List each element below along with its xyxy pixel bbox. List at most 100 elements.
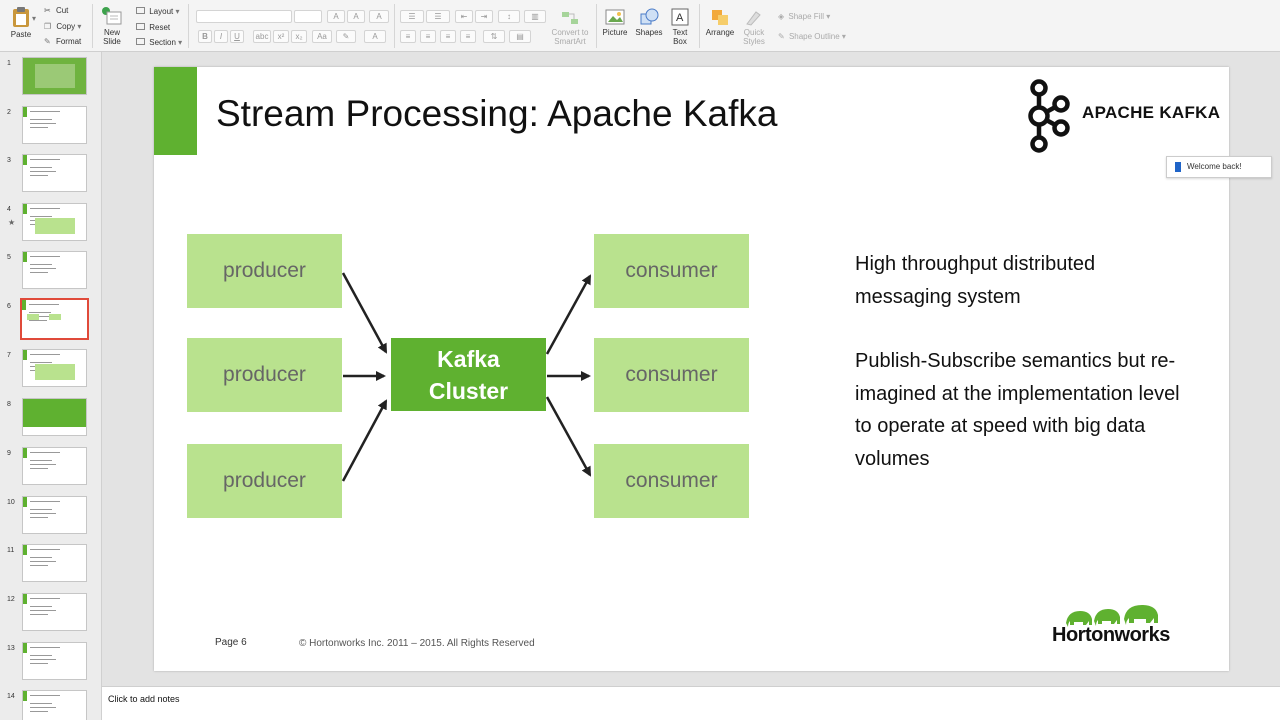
strikethrough-button[interactable]: abc xyxy=(253,30,271,43)
clear-format-button[interactable]: A xyxy=(369,10,389,23)
description-pubsub[interactable]: Publish-Subscribe semantics but re-imagi… xyxy=(855,345,1185,475)
paintbrush-icon: ✎ xyxy=(44,37,51,46)
slide-thumbnail-row[interactable]: 12 xyxy=(0,593,101,639)
slide-thumbnail-row[interactable]: 14 xyxy=(0,690,101,720)
shrink-font-button[interactable]: A xyxy=(347,10,365,23)
slide-thumbnail[interactable] xyxy=(22,203,87,241)
section-icon xyxy=(136,38,145,45)
slide-thumbnail-row[interactable]: 8 xyxy=(0,398,101,444)
slide-thumbnail-row[interactable]: 6 xyxy=(0,298,101,346)
new-slide-button[interactable]: New Slide xyxy=(97,6,127,46)
picture-button[interactable]: Picture xyxy=(601,8,629,37)
font-name-select[interactable] xyxy=(196,10,292,23)
slide-thumbnail[interactable] xyxy=(22,57,87,95)
slide-thumbnail-number: 11 xyxy=(7,547,15,554)
page-number: Page 6 xyxy=(215,637,247,648)
slide-thumbnail-panel[interactable]: 1 2 3 4 ★ 5 6 7 8 9 10 11 12 13 14 xyxy=(0,52,102,720)
producer-box[interactable]: producer xyxy=(187,338,342,412)
slide-thumbnail[interactable] xyxy=(20,298,89,340)
grow-font-button[interactable]: A xyxy=(327,10,345,23)
columns-button[interactable]: ▥ xyxy=(524,10,546,23)
slide-thumbnail[interactable] xyxy=(22,642,87,680)
text-box-button[interactable]: A Text Box xyxy=(667,8,693,46)
slide-thumbnail-row[interactable]: 1 xyxy=(0,57,101,103)
numbering-button[interactable]: ☰ xyxy=(426,10,450,23)
slide-thumbnail[interactable] xyxy=(22,106,87,144)
quick-styles-button[interactable]: Quick Styles xyxy=(739,8,769,46)
notes-pane[interactable]: Click to add notes xyxy=(102,686,1280,720)
slide-thumbnail[interactable] xyxy=(22,349,87,387)
slide-thumbnail-row[interactable]: 4 ★ xyxy=(0,203,101,249)
slide-thumbnail-number: 8 xyxy=(7,401,11,408)
bullets-button[interactable]: ☰ xyxy=(400,10,424,23)
align-right-button[interactable]: ≡ xyxy=(440,30,456,43)
text-direction-button[interactable]: ⇅ xyxy=(483,30,505,43)
copyright-footer: © Hortonworks Inc. 2011 – 2015. All Righ… xyxy=(299,638,535,649)
copy-button[interactable]: ❐ Copy ▾ xyxy=(44,22,81,31)
slide-thumbnail-row[interactable]: 5 xyxy=(0,251,101,297)
slide-thumbnail-number: 4 xyxy=(7,206,11,213)
slide-thumbnail-number: 3 xyxy=(7,157,11,164)
slide-thumbnail-row[interactable]: 7 xyxy=(0,349,101,395)
font-color-button[interactable]: A xyxy=(364,30,386,43)
ribbon-toolbar: Paste ▾ ✂ Cut ❐ Copy ▾ ✎ Format New Slid… xyxy=(0,0,1280,52)
slide-thumbnail[interactable] xyxy=(22,593,87,631)
consumer-box[interactable]: consumer xyxy=(594,444,749,518)
align-left-button[interactable]: ≡ xyxy=(400,30,416,43)
slide-thumbnail-row[interactable]: 3 xyxy=(0,154,101,200)
slide-thumbnail-row[interactable]: 13 xyxy=(0,642,101,688)
slide-thumbnail[interactable] xyxy=(22,398,87,436)
justify-button[interactable]: ≡ xyxy=(460,30,476,43)
slide-thumbnail-row[interactable]: 11 xyxy=(0,544,101,590)
slide-thumbnail[interactable] xyxy=(22,447,87,485)
layout-icon xyxy=(136,7,145,14)
consumer-box[interactable]: consumer xyxy=(594,234,749,308)
shapes-button[interactable]: Shapes xyxy=(635,8,663,37)
increase-indent-button[interactable]: ⇥ xyxy=(475,10,493,23)
align-text-button[interactable]: ▤ xyxy=(509,30,531,43)
layout-button[interactable]: Layout ▾ xyxy=(136,7,180,16)
underline-button[interactable]: U xyxy=(230,30,244,43)
font-size-select[interactable] xyxy=(294,10,322,23)
shape-outline-button[interactable]: ✎ Shape Outline ▾ xyxy=(778,32,846,41)
format-painter-button[interactable]: ✎ Format xyxy=(44,37,81,46)
cut-button[interactable]: ✂ Cut xyxy=(44,6,68,15)
producer-box[interactable]: producer xyxy=(187,444,342,518)
decrease-indent-button[interactable]: ⇤ xyxy=(455,10,473,23)
smartart-icon xyxy=(562,12,578,24)
clipboard-icon xyxy=(13,7,29,27)
paint-bucket-icon: ◈ xyxy=(778,12,785,21)
italic-button[interactable]: I xyxy=(214,30,228,43)
kafka-cluster-box[interactable]: Kafka Cluster xyxy=(391,338,546,411)
welcome-back-toast[interactable]: Welcome back! xyxy=(1166,156,1272,178)
superscript-button[interactable]: x² xyxy=(273,30,289,43)
convert-smartart-button[interactable]: Convert to SmartArt xyxy=(550,10,590,46)
slide-thumbnail[interactable] xyxy=(22,496,87,534)
slide-thumbnail[interactable] xyxy=(22,154,87,192)
slide-canvas[interactable]: Stream Processing: Apache Kafka APACHE K… xyxy=(154,67,1229,671)
description-throughput[interactable]: High throughput distributed messaging sy… xyxy=(855,248,1145,313)
slide-thumbnail-row[interactable]: 9 xyxy=(0,447,101,493)
align-center-button[interactable]: ≡ xyxy=(420,30,436,43)
line-spacing-button[interactable]: ↕ xyxy=(498,10,520,23)
consumer-box[interactable]: consumer xyxy=(594,338,749,412)
quick-styles-icon xyxy=(746,11,761,26)
shape-fill-button[interactable]: ◈ Shape Fill ▾ xyxy=(778,12,830,21)
notes-placeholder: Click to add notes xyxy=(108,694,180,704)
arrange-button[interactable]: Arrange xyxy=(704,8,736,37)
slide-thumbnail-row[interactable]: 2 xyxy=(0,106,101,152)
slide-thumbnail-number: 14 xyxy=(7,693,15,700)
change-case-button[interactable]: Aa xyxy=(312,30,332,43)
reset-button[interactable]: Reset xyxy=(136,23,170,32)
section-button[interactable]: Section ▾ xyxy=(136,38,182,47)
slide-thumbnail-row[interactable]: 10 xyxy=(0,496,101,542)
slide-thumbnail[interactable] xyxy=(22,544,87,582)
highlight-button[interactable]: ✎ xyxy=(336,30,356,43)
subscript-button[interactable]: x₂ xyxy=(291,30,307,43)
cluster-label-line1: Kafka xyxy=(437,346,500,372)
producer-box[interactable]: producer xyxy=(187,234,342,308)
bold-button[interactable]: B xyxy=(198,30,212,43)
arrow-cluster-consumer1 xyxy=(545,274,592,355)
slide-thumbnail[interactable] xyxy=(22,690,87,720)
slide-thumbnail[interactable] xyxy=(22,251,87,289)
